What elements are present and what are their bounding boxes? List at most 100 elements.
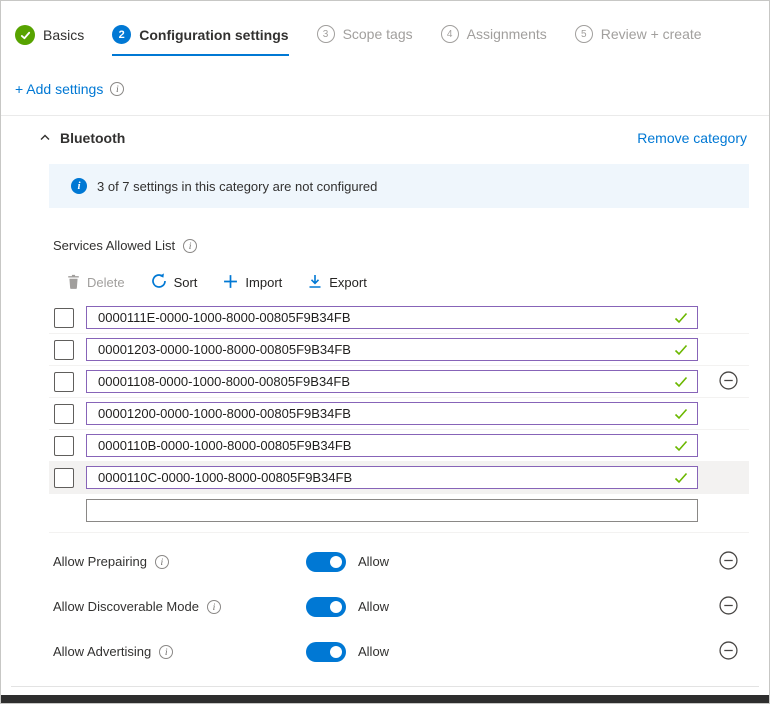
minus-circle-icon — [719, 371, 738, 393]
guid-input[interactable] — [87, 467, 697, 488]
plus-icon — [223, 274, 238, 292]
setting-label-group: Allow Discoverable Mode i — [53, 599, 306, 614]
guid-input-wrap — [86, 306, 698, 329]
setting-row-allow-advertising: Allow Advertising i Allow — [53, 629, 749, 674]
bottom-bar — [1, 695, 769, 703]
minus-circle-icon — [719, 595, 738, 618]
guid-input-wrap — [86, 434, 698, 457]
minus-circle-icon — [719, 550, 738, 573]
category-section-bluetooth: Bluetooth Remove category i 3 of 7 setti… — [1, 115, 769, 674]
sort-label: Sort — [173, 275, 198, 290]
step-complete-check-icon — [15, 25, 35, 45]
export-button[interactable]: Export — [308, 274, 367, 292]
guid-input[interactable] — [87, 307, 697, 328]
row-checkbox[interactable] — [54, 435, 74, 456]
step-review-create[interactable]: 5 Review + create — [574, 25, 702, 55]
list-toolbar: Delete Sort Import Export — [67, 273, 769, 292]
row-checkbox[interactable] — [54, 403, 74, 424]
step-label: Review + create — [600, 26, 702, 42]
toggle-state-label: Allow — [358, 599, 390, 614]
row-checkbox[interactable] — [54, 307, 74, 328]
step-scope-tags[interactable]: 3 Scope tags — [316, 25, 413, 55]
banner-text: 3 of 7 settings in this category are not… — [97, 178, 378, 194]
add-settings-link[interactable]: + Add settings — [15, 81, 103, 97]
setting-name: Allow Prepairing — [53, 554, 147, 569]
toggle-state-label: Allow — [358, 644, 390, 659]
remove-setting-button[interactable] — [719, 371, 738, 393]
row-checkbox[interactable] — [54, 467, 74, 488]
guid-input[interactable] — [87, 403, 697, 424]
info-filled-icon: i — [71, 178, 87, 194]
allow-toggle[interactable] — [306, 641, 346, 662]
info-icon[interactable]: i — [183, 238, 198, 253]
toggle-knob — [330, 555, 342, 568]
import-button[interactable]: Import — [223, 274, 282, 292]
step-label: Assignments — [466, 26, 547, 42]
sort-button[interactable]: Sort — [151, 273, 198, 292]
allow-toggle[interactable] — [306, 551, 346, 572]
wizard-stepper: Basics 2 Configuration settings 3 Scope … — [1, 1, 769, 57]
step-assignments[interactable]: 4 Assignments — [440, 25, 547, 55]
remove-setting-button[interactable] — [719, 595, 738, 618]
remove-setting-button[interactable] — [719, 550, 738, 573]
step-number-badge: 2 — [112, 25, 132, 44]
setting-name: Allow Advertising — [53, 644, 152, 659]
valid-check-icon — [674, 312, 688, 324]
step-number-badge: 5 — [574, 25, 593, 43]
step-label: Configuration settings — [139, 26, 289, 43]
configuration-settings-page: Basics 2 Configuration settings 3 Scope … — [0, 0, 770, 704]
guid-input[interactable] — [87, 371, 697, 392]
toggle-state-label: Allow — [358, 554, 390, 569]
remove-setting-button[interactable] — [719, 640, 738, 663]
new-entry-input-wrap — [86, 499, 698, 522]
list-item — [49, 462, 749, 494]
step-number-badge: 3 — [316, 25, 335, 43]
info-icon[interactable]: i — [110, 82, 125, 96]
step-basics[interactable]: Basics — [15, 25, 84, 57]
list-item — [49, 302, 749, 334]
info-banner: i 3 of 7 settings in this category are n… — [49, 164, 749, 208]
guid-input[interactable] — [87, 435, 697, 456]
info-icon[interactable]: i — [206, 599, 221, 614]
add-settings-row: + Add settings i — [15, 81, 769, 97]
delete-label: Delete — [87, 275, 125, 290]
export-label: Export — [329, 275, 367, 290]
guid-input-wrap — [86, 466, 698, 489]
guid-input-wrap — [86, 338, 698, 361]
download-icon — [308, 274, 322, 292]
list-item-new — [49, 494, 749, 524]
delete-button[interactable]: Delete — [67, 274, 125, 292]
row-checkbox[interactable] — [54, 371, 74, 392]
row-checkbox[interactable] — [54, 339, 74, 360]
toggle-knob — [330, 645, 342, 658]
info-icon[interactable]: i — [159, 644, 174, 659]
step-label: Scope tags — [342, 26, 413, 42]
list-item — [49, 334, 749, 366]
valid-check-icon — [674, 440, 688, 452]
setting-row-allow-prepairing: Allow Prepairing i Allow — [53, 539, 749, 584]
allow-toggle[interactable] — [306, 596, 346, 617]
bottom-divider — [11, 686, 759, 687]
step-label: Basics — [43, 27, 85, 43]
toggle-knob — [330, 600, 342, 613]
remove-category-link[interactable]: Remove category — [637, 130, 747, 146]
guid-input-wrap — [86, 402, 698, 425]
sort-refresh-icon — [151, 273, 167, 292]
setting-row-allow-discoverable-mode: Allow Discoverable Mode i Allow — [53, 584, 749, 629]
info-icon[interactable]: i — [154, 554, 169, 569]
chevron-up-icon[interactable] — [39, 132, 51, 144]
list-item — [49, 430, 749, 462]
new-entry-input[interactable] — [87, 500, 697, 521]
services-allowed-list-label-row: Services Allowed List i — [53, 238, 769, 253]
minus-circle-icon — [719, 640, 738, 663]
step-configuration-settings[interactable]: 2 Configuration settings — [112, 25, 289, 56]
valid-check-icon — [674, 408, 688, 420]
trash-icon — [67, 274, 80, 292]
valid-check-icon — [674, 344, 688, 356]
import-label: Import — [245, 275, 283, 290]
guid-input[interactable] — [87, 339, 697, 360]
setting-label-group: Allow Prepairing i — [53, 554, 306, 569]
category-header: Bluetooth Remove category — [1, 116, 769, 146]
list-item — [49, 398, 749, 430]
section-divider — [49, 532, 749, 533]
